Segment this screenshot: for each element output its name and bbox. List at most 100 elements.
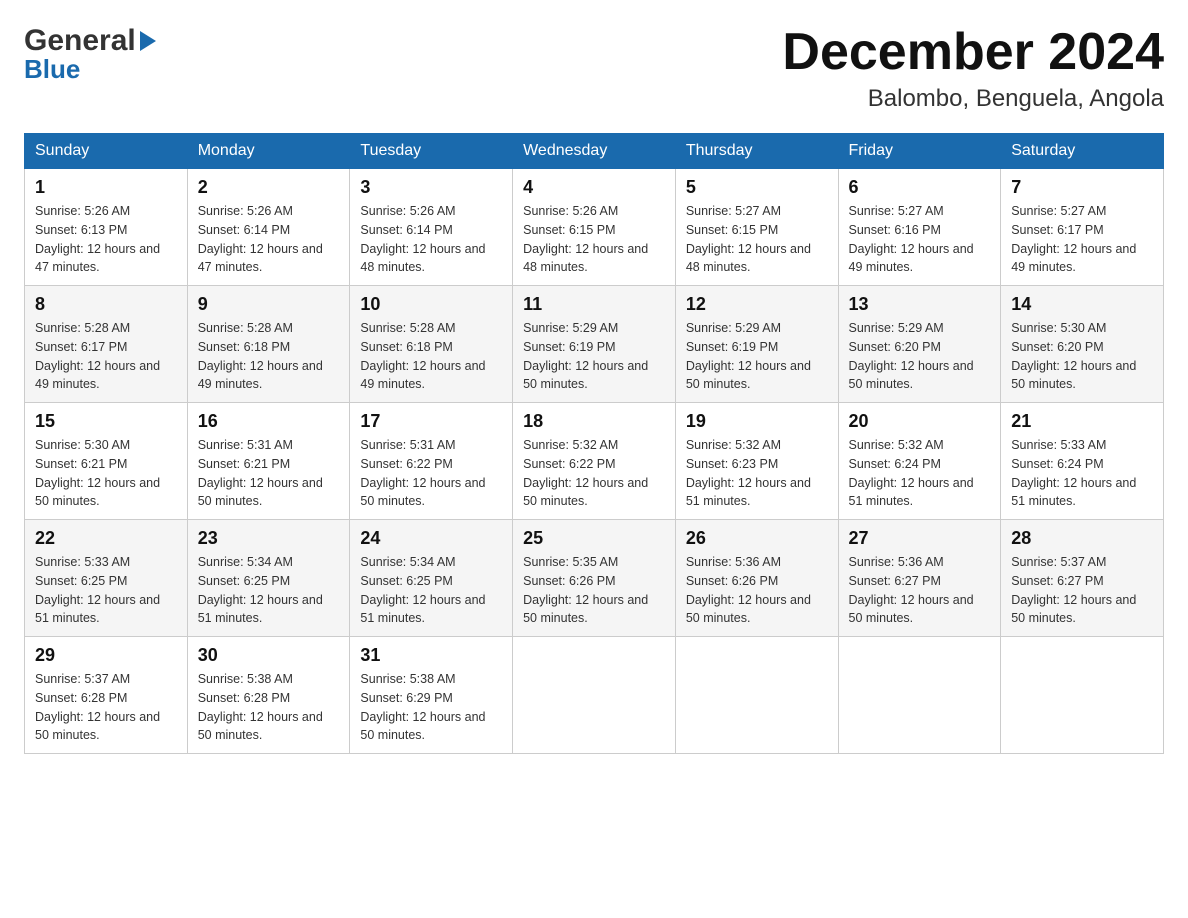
header-sunday: Sunday [25,134,188,169]
day-number: 17 [360,411,502,432]
header-saturday: Saturday [1001,134,1164,169]
day-number: 31 [360,645,502,666]
day-info: Sunrise: 5:38 AMSunset: 6:28 PMDaylight:… [198,670,340,745]
header-wednesday: Wednesday [513,134,676,169]
day-info: Sunrise: 5:38 AMSunset: 6:29 PMDaylight:… [360,670,502,745]
calendar-cell: 19 Sunrise: 5:32 AMSunset: 6:23 PMDayligh… [675,403,838,520]
calendar-cell: 3 Sunrise: 5:26 AMSunset: 6:14 PMDaylight… [350,169,513,286]
day-info: Sunrise: 5:27 AMSunset: 6:16 PMDaylight:… [849,202,991,277]
calendar-cell: 12 Sunrise: 5:29 AMSunset: 6:19 PMDayligh… [675,286,838,403]
day-number: 30 [198,645,340,666]
day-info: Sunrise: 5:34 AMSunset: 6:25 PMDaylight:… [198,553,340,628]
calendar-cell: 10 Sunrise: 5:28 AMSunset: 6:18 PMDayligh… [350,286,513,403]
day-info: Sunrise: 5:33 AMSunset: 6:24 PMDaylight:… [1011,436,1153,511]
day-info: Sunrise: 5:35 AMSunset: 6:26 PMDaylight:… [523,553,665,628]
day-number: 15 [35,411,177,432]
logo: General Blue [24,24,156,85]
day-number: 4 [523,177,665,198]
calendar-table: SundayMondayTuesdayWednesdayThursdayFrid… [24,133,1164,754]
header-monday: Monday [187,134,350,169]
day-number: 13 [849,294,991,315]
calendar-week-2: 8 Sunrise: 5:28 AMSunset: 6:17 PMDaylight… [25,286,1164,403]
calendar-cell [513,637,676,754]
calendar-cell: 8 Sunrise: 5:28 AMSunset: 6:17 PMDaylight… [25,286,188,403]
calendar-header-row: SundayMondayTuesdayWednesdayThursdayFrid… [25,134,1164,169]
calendar-week-3: 15 Sunrise: 5:30 AMSunset: 6:21 PMDayligh… [25,403,1164,520]
day-number: 14 [1011,294,1153,315]
calendar-cell: 25 Sunrise: 5:35 AMSunset: 6:26 PMDayligh… [513,520,676,637]
calendar-cell: 14 Sunrise: 5:30 AMSunset: 6:20 PMDayligh… [1001,286,1164,403]
day-info: Sunrise: 5:28 AMSunset: 6:17 PMDaylight:… [35,319,177,394]
day-info: Sunrise: 5:36 AMSunset: 6:27 PMDaylight:… [849,553,991,628]
day-info: Sunrise: 5:32 AMSunset: 6:22 PMDaylight:… [523,436,665,511]
logo-line1: General [24,24,156,58]
header-friday: Friday [838,134,1001,169]
day-number: 16 [198,411,340,432]
calendar-cell: 30 Sunrise: 5:38 AMSunset: 6:28 PMDayligh… [187,637,350,754]
page-header: General Blue December 2024 Balombo, Beng… [24,24,1164,113]
day-number: 11 [523,294,665,315]
calendar-cell [838,637,1001,754]
calendar-week-1: 1Sunrise: 5:26 AMSunset: 6:13 PMDaylight… [25,169,1164,286]
day-number: 24 [360,528,502,549]
day-info: Sunrise: 5:33 AMSunset: 6:25 PMDaylight:… [35,553,177,628]
day-number: 28 [1011,528,1153,549]
day-info: Sunrise: 5:31 AMSunset: 6:22 PMDaylight:… [360,436,502,511]
day-number: 25 [523,528,665,549]
day-number: 21 [1011,411,1153,432]
calendar-cell: 24 Sunrise: 5:34 AMSunset: 6:25 PMDayligh… [350,520,513,637]
day-number: 20 [849,411,991,432]
calendar-cell: 6 Sunrise: 5:27 AMSunset: 6:16 PMDaylight… [838,169,1001,286]
day-info: Sunrise: 5:27 AMSunset: 6:15 PMDaylight:… [686,202,828,277]
day-info: Sunrise: 5:29 AMSunset: 6:19 PMDaylight:… [686,319,828,394]
calendar-cell: 1Sunrise: 5:26 AMSunset: 6:13 PMDaylight… [25,169,188,286]
day-info: Sunrise: 5:34 AMSunset: 6:25 PMDaylight:… [360,553,502,628]
calendar-cell: 23Sunrise: 5:34 AMSunset: 6:25 PMDayligh… [187,520,350,637]
day-number: 3 [360,177,502,198]
day-number: 19 [686,411,828,432]
location-title: Balombo, Benguela, Angola [782,85,1164,113]
day-number: 2 [198,177,340,198]
calendar-cell: 26Sunrise: 5:36 AMSunset: 6:26 PMDayligh… [675,520,838,637]
month-title: December 2024 [782,24,1164,81]
day-number: 18 [523,411,665,432]
calendar-cell: 29Sunrise: 5:37 AMSunset: 6:28 PMDayligh… [25,637,188,754]
calendar-cell: 2 Sunrise: 5:26 AMSunset: 6:14 PMDaylight… [187,169,350,286]
day-info: Sunrise: 5:30 AMSunset: 6:20 PMDaylight:… [1011,319,1153,394]
day-number: 6 [849,177,991,198]
day-number: 12 [686,294,828,315]
day-number: 22 [35,528,177,549]
calendar-week-4: 22 Sunrise: 5:33 AMSunset: 6:25 PMDayligh… [25,520,1164,637]
header-thursday: Thursday [675,134,838,169]
day-number: 8 [35,294,177,315]
day-info: Sunrise: 5:37 AMSunset: 6:28 PMDaylight:… [35,670,177,745]
calendar-cell: 17 Sunrise: 5:31 AMSunset: 6:22 PMDayligh… [350,403,513,520]
calendar-cell: 11 Sunrise: 5:29 AMSunset: 6:19 PMDayligh… [513,286,676,403]
title-section: December 2024 Balombo, Benguela, Angola [782,24,1164,113]
day-info: Sunrise: 5:26 AMSunset: 6:14 PMDaylight:… [198,202,340,277]
calendar-cell: 27Sunrise: 5:36 AMSunset: 6:27 PMDayligh… [838,520,1001,637]
logo-blue-text: Blue [24,54,80,85]
day-info: Sunrise: 5:30 AMSunset: 6:21 PMDaylight:… [35,436,177,511]
day-info: Sunrise: 5:29 AMSunset: 6:19 PMDaylight:… [523,319,665,394]
calendar-cell [675,637,838,754]
calendar-cell: 21 Sunrise: 5:33 AMSunset: 6:24 PMDayligh… [1001,403,1164,520]
day-number: 10 [360,294,502,315]
day-info: Sunrise: 5:37 AMSunset: 6:27 PMDaylight:… [1011,553,1153,628]
header-tuesday: Tuesday [350,134,513,169]
calendar-cell: 28 Sunrise: 5:37 AMSunset: 6:27 PMDayligh… [1001,520,1164,637]
day-info: Sunrise: 5:31 AMSunset: 6:21 PMDaylight:… [198,436,340,511]
day-info: Sunrise: 5:32 AMSunset: 6:23 PMDaylight:… [686,436,828,511]
calendar-cell: 15 Sunrise: 5:30 AMSunset: 6:21 PMDayligh… [25,403,188,520]
calendar-cell: 16 Sunrise: 5:31 AMSunset: 6:21 PMDayligh… [187,403,350,520]
day-info: Sunrise: 5:28 AMSunset: 6:18 PMDaylight:… [360,319,502,394]
day-info: Sunrise: 5:26 AMSunset: 6:14 PMDaylight:… [360,202,502,277]
logo-general-text: General [24,24,136,58]
day-info: Sunrise: 5:28 AMSunset: 6:18 PMDaylight:… [198,319,340,394]
day-number: 26 [686,528,828,549]
calendar-cell: 5Sunrise: 5:27 AMSunset: 6:15 PMDaylight… [675,169,838,286]
calendar-cell: 13Sunrise: 5:29 AMSunset: 6:20 PMDayligh… [838,286,1001,403]
calendar-cell: 31 Sunrise: 5:38 AMSunset: 6:29 PMDayligh… [350,637,513,754]
day-number: 1 [35,177,177,198]
day-info: Sunrise: 5:32 AMSunset: 6:24 PMDaylight:… [849,436,991,511]
